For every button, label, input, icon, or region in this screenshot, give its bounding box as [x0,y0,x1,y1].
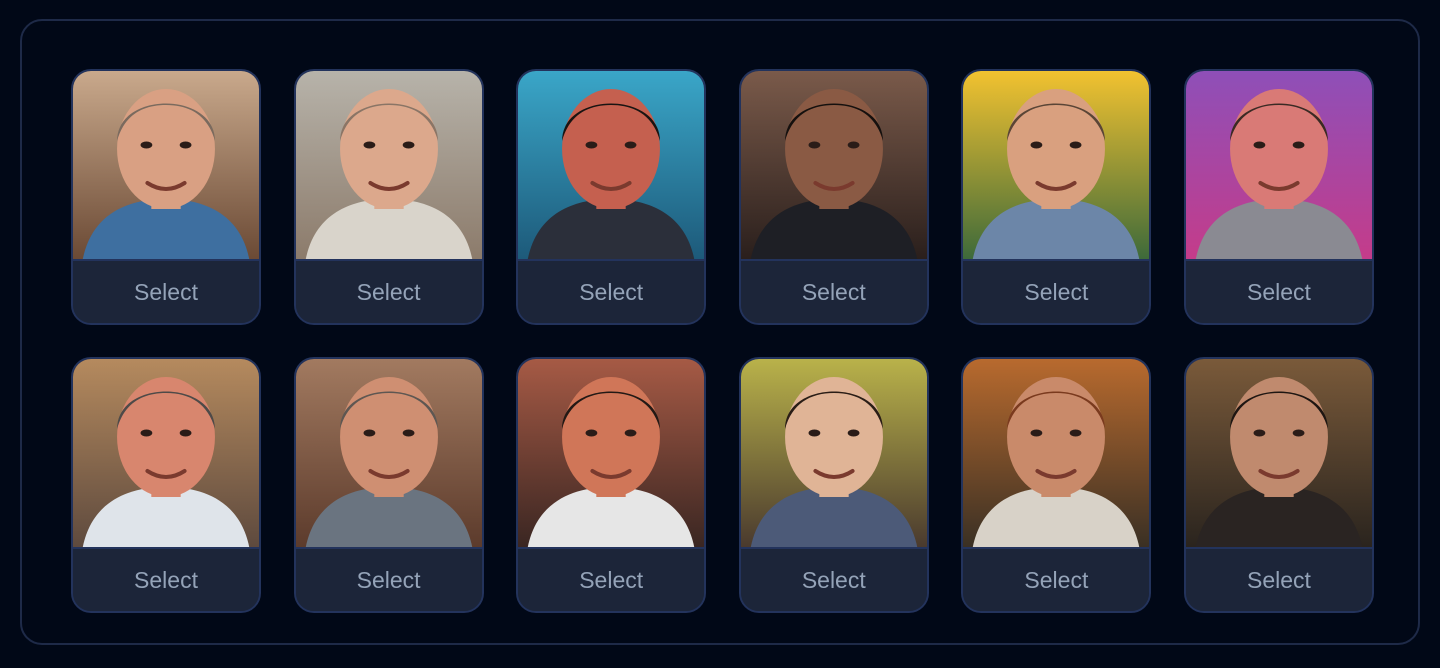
avatar-grid: Select Select Select Select Select Select Sele… [71,69,1374,613]
select-button[interactable]: Select [295,549,482,611]
person-portrait-icon [295,359,482,547]
select-button[interactable]: Select [963,549,1150,611]
select-button[interactable]: Select [518,261,705,323]
avatar-photo[interactable] [1185,359,1372,549]
person-portrait-icon [740,71,927,259]
person-portrait-icon [295,71,482,259]
person-portrait-icon [1185,359,1372,547]
avatar-card[interactable]: Select [71,69,261,325]
select-button[interactable]: Select [518,549,705,611]
person-portrait-icon [963,71,1150,259]
avatar-photo[interactable] [740,359,927,549]
avatar-picker-panel: Select Select Select Select Select Select Sele… [20,19,1420,645]
avatar-photo[interactable] [73,71,259,261]
avatar-photo[interactable] [1185,71,1372,261]
select-button[interactable]: Select [740,549,927,611]
avatar-card[interactable]: Select [516,69,707,325]
select-button[interactable]: Select [1185,261,1372,323]
avatar-photo[interactable] [295,359,482,549]
person-portrait-icon [963,359,1150,547]
person-portrait-icon [518,71,705,259]
select-button[interactable]: Select [73,549,259,611]
avatar-photo[interactable] [295,71,482,261]
select-button[interactable]: Select [1185,549,1372,611]
avatar-photo[interactable] [518,71,705,261]
person-portrait-icon [740,359,927,547]
person-portrait-icon [518,359,705,547]
avatar-card[interactable]: Select [1183,69,1374,325]
select-button[interactable]: Select [740,261,927,323]
avatar-card[interactable]: Select [738,69,929,325]
avatar-card[interactable]: Select [961,357,1152,613]
avatar-photo[interactable] [740,71,927,261]
person-portrait-icon [73,359,259,547]
avatar-card[interactable]: Select [1183,357,1374,613]
avatar-card[interactable]: Select [71,357,261,613]
select-button[interactable]: Select [73,261,259,323]
avatar-card[interactable]: Select [293,69,484,325]
avatar-card[interactable]: Select [516,357,707,613]
avatar-card[interactable]: Select [961,69,1152,325]
avatar-card[interactable]: Select [738,357,929,613]
avatar-photo[interactable] [963,359,1150,549]
avatar-photo[interactable] [73,359,259,549]
select-button[interactable]: Select [295,261,482,323]
person-portrait-icon [1185,71,1372,259]
avatar-photo[interactable] [963,71,1150,261]
avatar-card[interactable]: Select [293,357,484,613]
select-button[interactable]: Select [963,261,1150,323]
person-portrait-icon [73,71,259,259]
avatar-photo[interactable] [518,359,705,549]
